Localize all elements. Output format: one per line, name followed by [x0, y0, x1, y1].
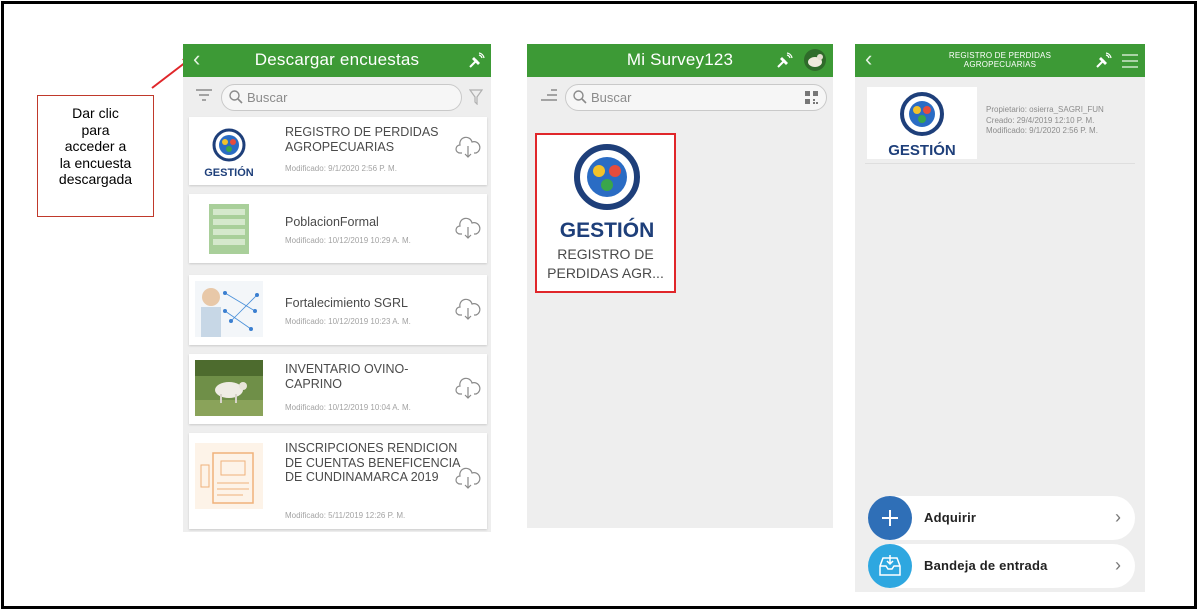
sort-icon[interactable]: [541, 88, 557, 102]
survey-modified: Modificado: 10/12/2019 10:04 A. M.: [285, 403, 411, 412]
owner-text: Propietario: osierra_SAGRI_FUN: [986, 105, 1104, 114]
created-text: Creado: 29/4/2019 12:10 P. M.: [986, 115, 1095, 125]
acquire-label: Adquirir: [924, 510, 977, 525]
search-input[interactable]: Buscar: [221, 84, 462, 111]
svg-text:GESTIÓN: GESTIÓN: [204, 166, 254, 179]
note-line: Dar clic: [72, 105, 119, 121]
network-person-thumbnail: [195, 281, 263, 337]
survey-name: INVENTARIO OVINO-CAPRINO: [285, 362, 409, 391]
survey-name: PoblacionFormal: [285, 215, 379, 229]
logo-text: GESTIÓN: [560, 218, 655, 241]
inbox-button[interactable]: Bandeja de entrada ›: [868, 544, 1135, 588]
green-list-thumbnail: [209, 204, 249, 254]
logo-text: GESTIÓN: [888, 141, 956, 159]
search-icon: [573, 90, 587, 104]
top-bar: Mi Survey123: [527, 44, 833, 77]
qr-code-icon[interactable]: [805, 91, 818, 104]
search-input[interactable]: Buscar: [565, 84, 827, 111]
survey-modified: Modificado: 9/1/2020 2:56 P. M.: [285, 164, 397, 173]
gestion-logo: GESTIÓN: [560, 144, 655, 241]
note-line: descargada: [58, 171, 133, 187]
top-bar: ‹ REGISTRO DE PERDIDAS AGROPECUARIAS: [855, 44, 1145, 77]
page-title: REGISTRO DE PERDIDAS AGROPECUARIAS: [948, 51, 1052, 69]
download-surveys-panel: ‹ Descargar encuestas Buscar GESTIÓN REG…: [183, 44, 491, 532]
divider: [865, 163, 1135, 164]
search-row: Buscar: [183, 80, 491, 114]
satellite-icon[interactable]: [467, 52, 485, 70]
inbox-icon: [868, 544, 912, 588]
note-line: la encuesta: [59, 154, 132, 171]
top-bar: ‹ Descargar encuestas: [183, 44, 491, 77]
chevron-right-icon: ›: [1115, 555, 1121, 575]
survey-name: Fortalecimiento SGRL: [285, 296, 408, 310]
acquire-button[interactable]: Adquirir ›: [868, 496, 1135, 540]
chevron-left-icon[interactable]: ‹: [865, 47, 872, 71]
cloud-download-icon[interactable]: [455, 298, 481, 322]
survey-name: REGISTRO DE PERDIDAS AGROPECUARIAS: [285, 125, 439, 154]
satellite-icon[interactable]: [1094, 52, 1112, 70]
survey-modified: Modificado: 10/12/2019 10:29 A. M.: [285, 236, 411, 245]
gestion-logo: GESTIÓN: [867, 87, 977, 159]
survey-modified: Modificado: 5/11/2019 12:26 P. M.: [285, 511, 406, 520]
menu-icon[interactable]: [1122, 52, 1138, 70]
chevron-right-icon: ›: [1115, 507, 1121, 527]
cloud-download-icon[interactable]: [455, 467, 481, 491]
survey-card[interactable]: GESTIÓN REGISTRO DE PERDIDAS AGROPECUARI…: [189, 117, 487, 185]
note-line: para: [81, 121, 110, 138]
avatar[interactable]: [803, 48, 827, 72]
instruction-note: Dar clic para acceder a la encuesta desc…: [37, 95, 154, 217]
note-line: acceder a: [64, 138, 127, 154]
survey-metadata: Propietario: osierra_SAGRI_FUN Creado: 2…: [986, 105, 1104, 137]
survey-card[interactable]: Fortalecimiento SGRL Modificado: 10/12/2…: [189, 275, 487, 345]
inbox-label: Bandeja de entrada: [924, 558, 1048, 573]
satellite-icon[interactable]: [775, 52, 793, 70]
cloud-download-icon[interactable]: [455, 136, 481, 160]
search-placeholder: Buscar: [247, 90, 288, 105]
plus-icon: [868, 496, 912, 540]
sort-icon[interactable]: [196, 88, 212, 102]
sheep-photo-thumbnail: [195, 360, 263, 416]
search-icon: [229, 90, 243, 104]
survey-detail-panel: ‹ REGISTRO DE PERDIDAS AGROPECUARIAS GES…: [855, 44, 1145, 592]
search-row: Buscar: [527, 80, 833, 114]
survey-info: GESTIÓN Propietario: osierra_SAGRI_FUN C…: [865, 87, 1145, 159]
modified-text: Modificado: 9/1/2020 2:56 P. M.: [986, 126, 1098, 135]
survey-name: INSCRIPCIONES RENDICION DE CUENTAS BENEF…: [285, 441, 460, 484]
survey-card[interactable]: PoblacionFormal Modificado: 10/12/2019 1…: [189, 194, 487, 263]
filter-icon[interactable]: [469, 89, 483, 105]
survey-modified: Modificado: 10/12/2019 10:23 A. M.: [285, 317, 411, 326]
my-survey-panel: Mi Survey123 Buscar GESTIÓN REGISTRO DE …: [527, 44, 833, 528]
survey-card[interactable]: INVENTARIO OVINO-CAPRINO Modificado: 10/…: [189, 354, 487, 424]
cloud-download-icon[interactable]: [455, 217, 481, 241]
survey-tile[interactable]: GESTIÓN REGISTRO DE PERDIDAS AGR...: [535, 133, 676, 293]
gestion-logo: GESTIÓN: [204, 128, 254, 179]
search-placeholder: Buscar: [591, 90, 632, 105]
page-title: Descargar encuestas: [254, 50, 420, 69]
survey-card[interactable]: INSCRIPCIONES RENDICION DE CUENTAS BENEF…: [189, 433, 487, 529]
survey-tile-name: REGISTRO DE PERDIDAS AGR...: [547, 246, 664, 281]
clipboard-illustration-thumbnail: [195, 443, 263, 509]
cloud-download-icon[interactable]: [455, 377, 481, 401]
